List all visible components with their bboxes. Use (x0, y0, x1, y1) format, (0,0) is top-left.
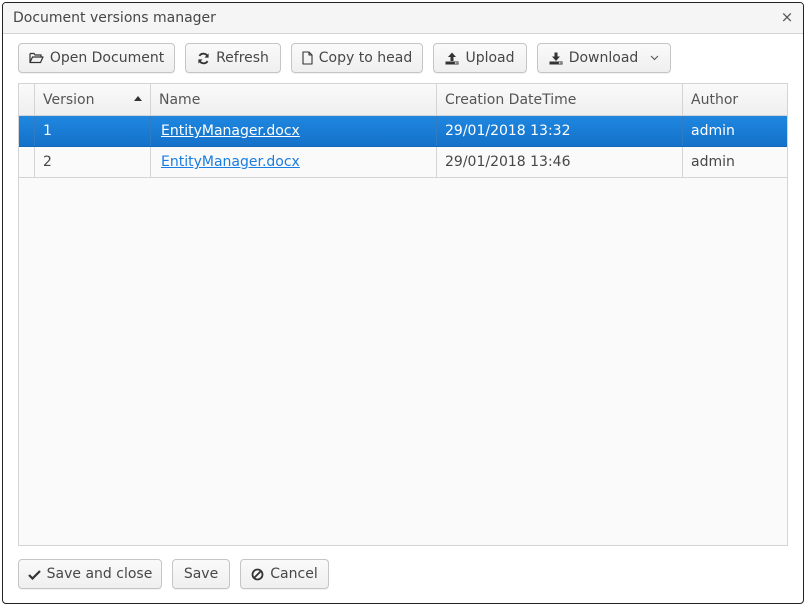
copy-to-head-label: Copy to head (318, 50, 413, 66)
column-header-name[interactable]: Name (151, 84, 437, 115)
open-document-button[interactable]: Open Document (18, 43, 175, 73)
column-header-creation-datetime[interactable]: Creation DateTime (437, 84, 683, 115)
checkmark-icon (27, 569, 41, 580)
upload-button[interactable]: Upload (433, 43, 527, 73)
row-selector (19, 116, 35, 146)
open-document-label: Open Document (49, 50, 165, 66)
save-and-close-button[interactable]: Save and close (18, 559, 162, 589)
refresh-icon (197, 52, 210, 65)
cell-version: 2 (35, 147, 151, 177)
cell-version: 1 (35, 116, 151, 146)
cancel-label: Cancel (270, 566, 318, 582)
sort-ascending-icon (134, 96, 142, 101)
header-selector-column (19, 84, 35, 115)
save-and-close-label: Save and close (46, 566, 153, 582)
upload-icon (445, 52, 459, 65)
versions-table: Version Name Creation DateTime Author 1 … (18, 83, 788, 546)
document-versions-dialog: Document versions manager × Open Documen… (2, 2, 804, 604)
cell-creation-datetime: 29/01/2018 13:46 (437, 147, 683, 177)
column-header-creation-datetime-label: Creation DateTime (445, 91, 577, 108)
save-label: Save (183, 566, 219, 582)
table-header: Version Name Creation DateTime Author (19, 84, 787, 116)
download-label: Download (568, 50, 639, 66)
cancel-button[interactable]: Cancel (240, 559, 329, 589)
document-link[interactable]: EntityManager.docx (161, 123, 300, 139)
chevron-down-icon[interactable] (650, 53, 659, 64)
column-header-author[interactable]: Author (683, 84, 787, 115)
download-icon (549, 52, 563, 65)
close-icon[interactable]: × (779, 8, 795, 26)
refresh-button[interactable]: Refresh (185, 43, 281, 73)
refresh-label: Refresh (216, 50, 269, 66)
file-icon (302, 51, 313, 65)
dialog-titlebar[interactable]: Document versions manager × (3, 3, 803, 34)
dialog-title: Document versions manager (13, 10, 216, 26)
save-button[interactable]: Save (172, 559, 230, 589)
table-row[interactable]: 1 EntityManager.docx 29/01/2018 13:32 ad… (19, 116, 787, 147)
column-header-version[interactable]: Version (35, 84, 151, 115)
cell-name: EntityManager.docx (151, 147, 437, 177)
cell-author: admin (691, 123, 735, 139)
cell-creation-datetime: 29/01/2018 13:32 (437, 116, 683, 146)
column-header-author-label: Author (691, 91, 739, 108)
cell-author: admin (691, 154, 735, 170)
copy-to-head-button[interactable]: Copy to head (291, 43, 423, 73)
folder-open-icon (29, 52, 44, 64)
ban-icon (251, 568, 264, 581)
cell-name: EntityManager.docx (151, 116, 437, 146)
row-selector (19, 147, 35, 177)
document-link[interactable]: EntityManager.docx (161, 154, 300, 170)
column-header-name-label: Name (159, 91, 201, 108)
table-row[interactable]: 2 EntityManager.docx 29/01/2018 13:46 ad… (19, 147, 787, 178)
column-header-version-label: Version (43, 91, 95, 108)
upload-label: Upload (465, 50, 515, 66)
download-button[interactable]: Download (537, 43, 671, 73)
